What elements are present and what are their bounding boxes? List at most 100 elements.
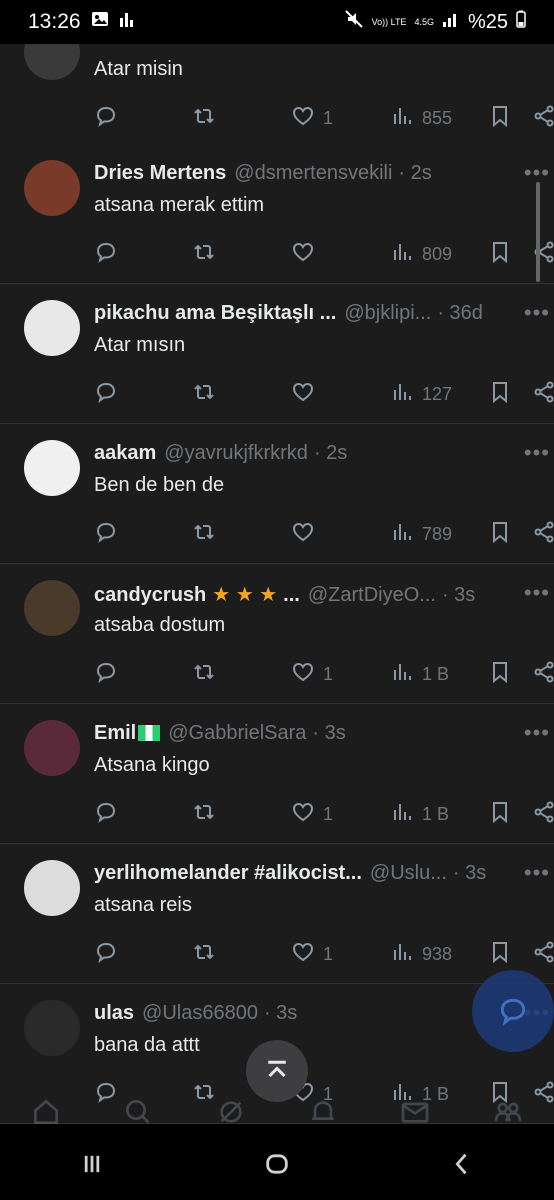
user-handle[interactable]: @GabbrielSara: [168, 722, 306, 744]
compose-reply-button[interactable]: [472, 970, 554, 1052]
bookmark-button[interactable]: [488, 800, 512, 829]
views-button[interactable]: 938: [390, 940, 452, 969]
views-button[interactable]: 809: [390, 240, 452, 269]
home-icon[interactable]: [30, 1096, 62, 1128]
share-button[interactable]: [532, 380, 554, 409]
display-name[interactable]: pikachu ama Beşiktaşlı ...: [94, 302, 336, 324]
views-button[interactable]: 1 B: [390, 800, 449, 829]
bookmark-button[interactable]: [488, 520, 512, 549]
tweet-item[interactable]: aakam @yavrukjfkrkrkd · 2s ••• Ben de ben de…: [0, 424, 554, 564]
display-name[interactable]: Dries Mertens: [94, 162, 226, 184]
views-button[interactable]: 1 B: [390, 660, 449, 689]
bookmark-button[interactable]: [488, 660, 512, 689]
scroll-indicator[interactable]: [536, 182, 540, 282]
retweet-button[interactable]: [192, 104, 216, 133]
bookmark-button[interactable]: [488, 380, 512, 409]
back-button-icon[interactable]: [448, 1150, 476, 1178]
more-options-icon[interactable]: •••: [524, 860, 550, 886]
tweet-timestamp[interactable]: · 3s: [264, 1002, 297, 1024]
reply-button[interactable]: [94, 940, 118, 969]
reply-button[interactable]: [94, 104, 118, 133]
user-handle[interactable]: @bjklipi...: [344, 302, 431, 324]
like-button[interactable]: 1: [291, 104, 333, 133]
avatar[interactable]: [24, 580, 80, 636]
avatar[interactable]: [24, 300, 80, 356]
system-navigation-bar[interactable]: [0, 1128, 554, 1200]
user-handle[interactable]: @yavrukjfkrkrkd: [164, 442, 308, 464]
tweet-timestamp[interactable]: · 3s: [312, 722, 345, 744]
user-handle[interactable]: @Uslu...: [370, 862, 447, 884]
avatar[interactable]: [24, 440, 80, 496]
avatar[interactable]: [24, 1000, 80, 1056]
retweet-button[interactable]: [192, 240, 216, 269]
communities-icon[interactable]: [492, 1096, 524, 1128]
tweet-timestamp[interactable]: · 2s: [398, 162, 431, 184]
share-button[interactable]: [532, 520, 554, 549]
bookmark-button[interactable]: [488, 940, 512, 969]
share-button[interactable]: [532, 800, 554, 829]
tweet-timestamp[interactable]: · 2s: [314, 442, 347, 464]
tweet-item[interactable]: pikachu ama Beşiktaşlı ... @bjklipi... · 3…: [0, 284, 554, 424]
like-button[interactable]: 1: [291, 940, 333, 969]
bookmark-button[interactable]: [488, 240, 512, 269]
tweet-timestamp[interactable]: · 3s: [442, 584, 475, 606]
tweet-text[interactable]: bana da attt: [94, 1034, 200, 1057]
reply-button[interactable]: [94, 380, 118, 409]
like-button[interactable]: [291, 520, 323, 549]
tweet-text[interactable]: Ben de ben de: [94, 474, 224, 497]
user-handle[interactable]: @ZartDiyeO...: [308, 584, 436, 606]
tweet-text[interactable]: atsana reis: [94, 894, 192, 917]
share-button[interactable]: [532, 660, 554, 689]
avatar[interactable]: [24, 720, 80, 776]
retweet-button[interactable]: [192, 800, 216, 829]
avatar[interactable]: [24, 44, 80, 80]
more-options-icon[interactable]: •••: [524, 720, 550, 746]
grok-icon[interactable]: [215, 1096, 247, 1128]
home-button-icon[interactable]: [263, 1150, 291, 1178]
tweet-text[interactable]: atsaba dostum: [94, 614, 225, 637]
display-name[interactable]: candycrush: [94, 584, 206, 606]
recents-button-icon[interactable]: [78, 1150, 106, 1178]
bottom-tab-bar[interactable]: [0, 1092, 554, 1128]
display-name[interactable]: Emil: [94, 722, 136, 744]
tweet-item[interactable]: Atar misin 1 855: [0, 44, 554, 148]
tweet-text[interactable]: Atar misin: [94, 58, 183, 81]
tweet-text[interactable]: atsana merak ettim: [94, 194, 264, 217]
display-name[interactable]: yerlihomelander #alikocist...: [94, 862, 362, 884]
avatar[interactable]: [24, 860, 80, 916]
share-button[interactable]: [532, 940, 554, 969]
search-icon[interactable]: [122, 1096, 154, 1128]
tweet-item[interactable]: Dries Mertens @dsmertensvekili · 2s ••• atsa…: [0, 144, 554, 284]
avatar[interactable]: [24, 160, 80, 216]
display-name[interactable]: ulas: [94, 1002, 134, 1024]
views-button[interactable]: 127: [390, 380, 452, 409]
more-options-icon[interactable]: •••: [524, 300, 550, 326]
bookmark-button[interactable]: [488, 104, 512, 133]
retweet-button[interactable]: [192, 380, 216, 409]
user-handle[interactable]: @dsmertensvekili: [234, 162, 392, 184]
tweet-timestamp[interactable]: · 36d: [437, 302, 483, 324]
share-button[interactable]: [532, 104, 554, 133]
views-button[interactable]: 855: [390, 104, 452, 133]
timeline-feed[interactable]: Atar misin 1 855 Dries Mertens @dsmertensvek…: [0, 44, 554, 1124]
views-button[interactable]: 789: [390, 520, 452, 549]
notifications-icon[interactable]: [307, 1096, 339, 1128]
tweet-text[interactable]: Atsana kingo: [94, 754, 210, 777]
tweet-item[interactable]: candycrush ★ ★ ★... @ZartDiyeO... · 3s ••• at…: [0, 564, 554, 704]
more-options-icon[interactable]: •••: [524, 580, 550, 606]
like-button[interactable]: [291, 240, 323, 269]
user-handle[interactable]: @Ulas66800: [142, 1002, 258, 1024]
tweet-timestamp[interactable]: · 3s: [453, 862, 486, 884]
reply-button[interactable]: [94, 800, 118, 829]
tweet-item[interactable]: yerlihomelander #alikocist... @Uslu... · 3…: [0, 844, 554, 984]
like-button[interactable]: 1: [291, 800, 333, 829]
messages-icon[interactable]: [399, 1096, 431, 1128]
tweet-text[interactable]: Atar mısın: [94, 334, 185, 357]
reply-button[interactable]: [94, 660, 118, 689]
retweet-button[interactable]: [192, 520, 216, 549]
retweet-button[interactable]: [192, 660, 216, 689]
more-options-icon[interactable]: •••: [524, 440, 550, 466]
retweet-button[interactable]: [192, 940, 216, 969]
display-name[interactable]: aakam: [94, 442, 156, 464]
reply-button[interactable]: [94, 520, 118, 549]
